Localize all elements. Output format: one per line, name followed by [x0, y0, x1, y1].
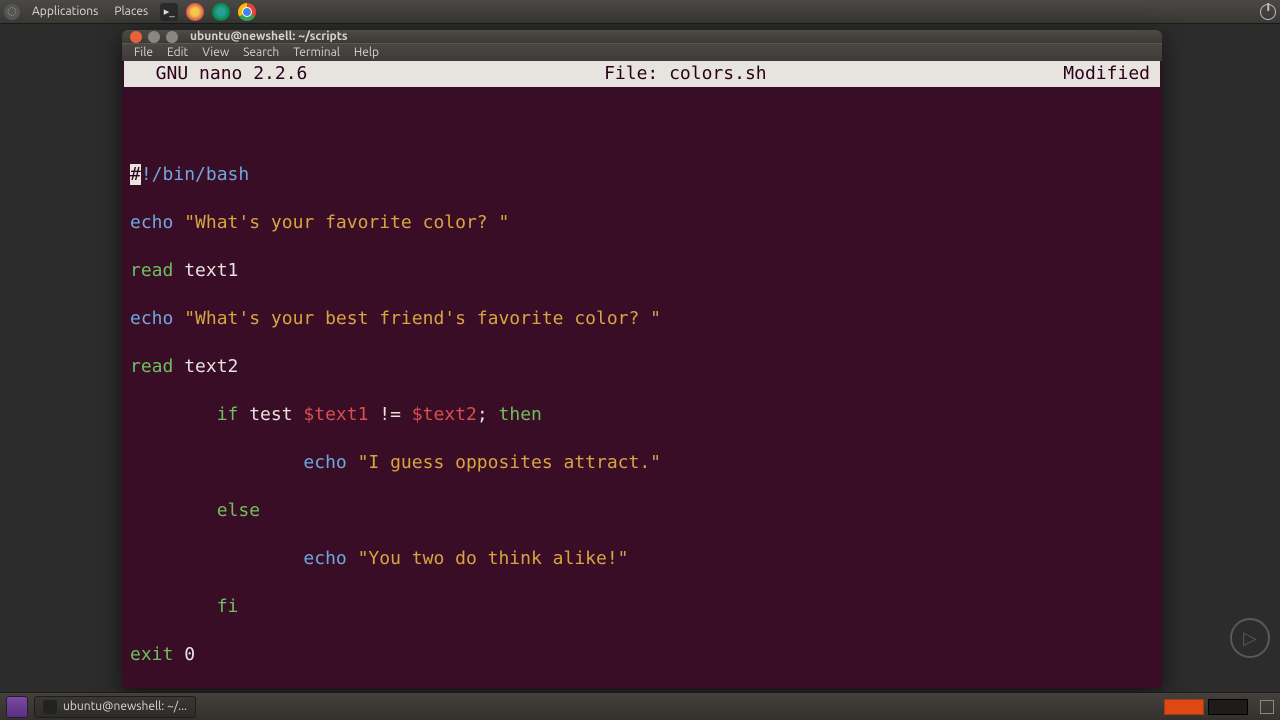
- menu-places[interactable]: Places: [110, 5, 152, 18]
- menu-help[interactable]: Help: [348, 44, 385, 61]
- menu-search[interactable]: Search: [237, 44, 285, 61]
- code-string: "What's your best friend's favorite colo…: [173, 308, 661, 329]
- code-cmd: echo: [303, 548, 346, 569]
- gnome-bottom-bar: ubuntu@newshell: ~/...: [0, 692, 1280, 720]
- code-var: $text1: [303, 404, 368, 425]
- code-keyword-fi: fi: [217, 596, 239, 617]
- power-icon[interactable]: [1260, 4, 1276, 20]
- window-titlebar[interactable]: ubuntu@newshell: ~/scripts: [122, 30, 1162, 43]
- show-desktop-button[interactable]: [6, 696, 28, 718]
- code-keyword-then: then: [499, 404, 542, 425]
- code-cmd: read: [130, 356, 173, 377]
- code-cmd: exit: [130, 644, 173, 665]
- terminal-window: ubuntu@newshell: ~/scripts File Edit Vie…: [122, 30, 1162, 688]
- workspace-2[interactable]: [1208, 699, 1248, 715]
- menu-terminal[interactable]: Terminal: [287, 44, 346, 61]
- trash-icon[interactable]: [1260, 700, 1274, 714]
- code-test: test: [249, 404, 303, 425]
- window-title: ubuntu@newshell: ~/scripts: [190, 30, 348, 43]
- code-arg: 0: [173, 644, 195, 665]
- code-keyword-if: if: [217, 404, 250, 425]
- gnome-top-bar: ◌ Applications Places ▸_: [0, 0, 1280, 24]
- code-cmd: echo: [130, 308, 173, 329]
- workspace-1[interactable]: [1164, 699, 1204, 715]
- code-arg: text2: [173, 356, 238, 377]
- code-keyword-else: else: [217, 500, 260, 521]
- menu-view[interactable]: View: [196, 44, 235, 61]
- code-var: $text2: [412, 404, 477, 425]
- terminal-body[interactable]: GNU nano 2.2.6 File: colors.sh Modified …: [122, 61, 1162, 688]
- code-string: "What's your favorite color? ": [173, 212, 509, 233]
- nano-status: Modified: [1063, 62, 1150, 86]
- menu-applications[interactable]: Applications: [28, 5, 102, 18]
- close-icon[interactable]: [130, 31, 142, 43]
- terminal-icon: [43, 700, 57, 714]
- desktop: ubuntu@newshell: ~/scripts File Edit Vie…: [0, 24, 1280, 692]
- maximize-icon[interactable]: [166, 31, 178, 43]
- minimize-icon[interactable]: [148, 31, 160, 43]
- ubuntu-logo-icon[interactable]: ◌: [4, 4, 20, 20]
- nano-file-label: File: colors.sh: [307, 62, 1063, 86]
- nano-app-label: GNU nano 2.2.6: [134, 62, 307, 86]
- watermark-icon: ▷: [1230, 618, 1270, 658]
- code-cmd: echo: [130, 212, 173, 233]
- cursor: #: [130, 164, 141, 185]
- nano-header: GNU nano 2.2.6 File: colors.sh Modified: [124, 61, 1160, 87]
- code-string: "I guess opposites attract.": [347, 452, 661, 473]
- workspace-switcher[interactable]: [1164, 699, 1248, 715]
- menu-file[interactable]: File: [128, 44, 159, 61]
- terminal-launcher-icon[interactable]: ▸_: [160, 3, 178, 21]
- terminal-menubar: File Edit View Search Terminal Help: [122, 43, 1162, 61]
- taskbar-item-label: ubuntu@newshell: ~/...: [63, 700, 187, 713]
- nano-editor[interactable]: #!/bin/bash echo "What's your favorite c…: [124, 91, 1160, 688]
- code-cmd: read: [130, 260, 173, 281]
- menu-edit[interactable]: Edit: [161, 44, 194, 61]
- code-arg: text1: [173, 260, 238, 281]
- chrome-launcher-icon[interactable]: [238, 3, 256, 21]
- app-launcher-icon-2[interactable]: [212, 3, 230, 21]
- app-launcher-icon[interactable]: [186, 3, 204, 21]
- taskbar-item-terminal[interactable]: ubuntu@newshell: ~/...: [34, 696, 196, 718]
- code-cmd: echo: [303, 452, 346, 473]
- code-op: !=: [368, 404, 411, 425]
- code-shebang: !/bin/bash: [141, 164, 249, 185]
- code-string: "You two do think alike!": [347, 548, 629, 569]
